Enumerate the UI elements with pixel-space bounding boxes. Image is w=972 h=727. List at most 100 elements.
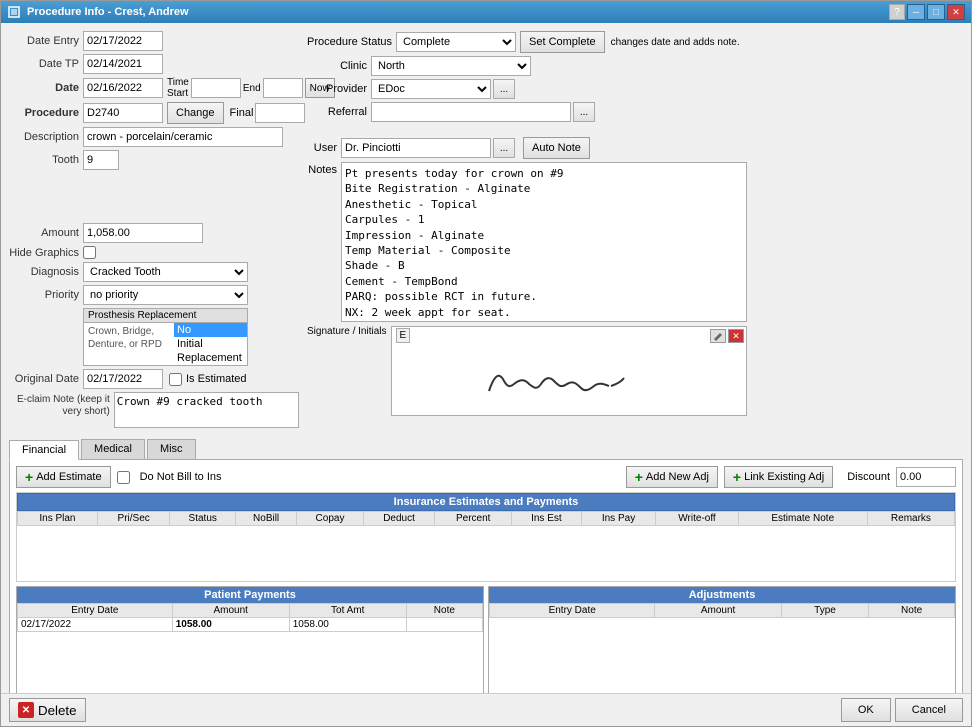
prosthesis-option-replacement[interactable]: Replacement: [174, 351, 247, 365]
prosthesis-title: Prosthesis Replacement: [84, 309, 247, 323]
ins-col-deduct: Deduct: [363, 512, 435, 526]
close-button[interactable]: ✕: [947, 4, 965, 20]
sig-delete-button[interactable]: ✕: [728, 329, 744, 343]
hide-graphics-row: Hide Graphics: [9, 246, 299, 259]
link-existing-adj-button[interactable]: + Link Existing Adj: [724, 466, 833, 488]
change-button[interactable]: Change: [167, 102, 224, 124]
signature-image: [396, 351, 743, 411]
end-input[interactable]: [263, 78, 303, 98]
insurance-section: Insurance Estimates and Payments Ins Pla…: [16, 492, 956, 582]
clinic-select[interactable]: North: [371, 56, 531, 76]
tooth-label: Tooth: [9, 154, 79, 166]
prosthesis-option-no[interactable]: No: [174, 323, 247, 337]
date-label: Date: [9, 82, 79, 94]
tab-misc[interactable]: Misc: [147, 439, 196, 459]
insurance-table: Ins Plan Pri/Sec Status NoBill Copay Ded…: [17, 511, 955, 526]
provider-ellipsis-button[interactable]: ...: [493, 79, 515, 99]
description-input[interactable]: [83, 127, 283, 147]
is-estimated-checkbox[interactable]: [169, 373, 182, 386]
priority-row: Priority no priority: [9, 285, 299, 305]
sig-edit-button[interactable]: [710, 329, 726, 343]
ins-col-status: Status: [170, 512, 235, 526]
delete-button[interactable]: ✕ Delete: [9, 698, 86, 722]
eclaim-note-label: E-claim Note (keep it very short): [9, 392, 110, 418]
original-date-input[interactable]: [83, 369, 163, 389]
adj-col-type: Type: [781, 604, 868, 618]
priority-select[interactable]: no priority: [83, 285, 248, 305]
referral-ellipsis-button[interactable]: ...: [573, 102, 595, 122]
cancel-button[interactable]: Cancel: [895, 698, 963, 722]
user-input[interactable]: [341, 138, 491, 158]
ins-col-estnote: Estimate Note: [738, 512, 867, 526]
pp-col-amount: Amount: [172, 604, 289, 618]
add-estimate-button[interactable]: + Add Estimate: [16, 466, 111, 488]
time-start-input[interactable]: [191, 78, 241, 98]
proc-status-select[interactable]: Complete: [396, 32, 516, 52]
tooth-input[interactable]: [83, 150, 119, 170]
pp-note: [406, 618, 482, 632]
adjustments-scroll[interactable]: Entry Date Amount Type Note: [489, 603, 955, 693]
priority-label: Priority: [9, 289, 79, 301]
pp-col-note: Note: [406, 604, 482, 618]
eclaim-note-row: E-claim Note (keep it very short) Crown …: [9, 392, 299, 428]
do-not-bill-checkbox[interactable]: [117, 471, 130, 484]
diagnosis-select[interactable]: Cracked Tooth: [83, 262, 248, 282]
user-ellipsis-button[interactable]: ...: [493, 138, 515, 158]
tab-medical[interactable]: Medical: [81, 439, 145, 459]
amount-input[interactable]: [83, 223, 203, 243]
footer-bar: ✕ Delete OK Cancel: [1, 693, 971, 726]
amount-label: Amount: [9, 227, 79, 239]
signature-row: Signature / Initials E ✕: [307, 326, 747, 416]
proc-status-label: Procedure Status: [307, 36, 392, 48]
set-complete-button[interactable]: Set Complete: [520, 31, 605, 53]
minimize-button[interactable]: ─: [907, 4, 925, 20]
patient-payments-scroll[interactable]: Entry Date Amount Tot Amt Note 02/17/202…: [17, 603, 483, 693]
adj-col-amount: Amount: [655, 604, 781, 618]
spacer2: [307, 125, 747, 137]
sig-initial: E: [396, 328, 411, 343]
help-button[interactable]: ?: [889, 4, 905, 20]
diagnosis-row: Diagnosis Cracked Tooth: [9, 262, 299, 282]
notes-textarea[interactable]: Pt presents today for crown on #9 Bite R…: [341, 162, 747, 322]
window-title: Procedure Info - Crest, Andrew: [27, 6, 883, 18]
tabs-section: Financial Medical Misc + Add Estimate Do…: [9, 439, 963, 693]
maximize-button[interactable]: □: [927, 4, 945, 20]
financial-toolbar: + Add Estimate Do Not Bill to Ins + Add …: [16, 466, 956, 488]
discount-input[interactable]: [896, 467, 956, 487]
insurance-table-title: Insurance Estimates and Payments: [17, 493, 955, 511]
adjustments-title: Adjustments: [489, 587, 955, 603]
add-new-adj-button[interactable]: + Add New Adj: [626, 466, 718, 488]
time-start-label: Time Start: [167, 77, 189, 99]
ok-button[interactable]: OK: [841, 698, 891, 722]
notes-row: Notes Pt presents today for crown on #9 …: [307, 162, 747, 322]
hide-graphics-checkbox[interactable]: [83, 246, 96, 259]
provider-select[interactable]: EDoc: [371, 79, 491, 99]
eclaim-note-input[interactable]: Crown #9 cracked tooth: [114, 392, 299, 428]
referral-input[interactable]: [371, 102, 571, 122]
final-input[interactable]: [255, 103, 305, 123]
tab-financial[interactable]: Financial: [9, 440, 79, 460]
adj-buttons: + Add New Adj + Link Existing Adj Discou…: [626, 466, 956, 488]
description-row: Description: [9, 127, 299, 147]
date-tp-input[interactable]: [83, 54, 163, 74]
auto-note-button[interactable]: Auto Note: [523, 137, 590, 159]
sig-toolbar: ✕: [710, 329, 744, 343]
prosthesis-option-initial[interactable]: Initial: [174, 337, 247, 351]
sig-initial-display: E: [396, 329, 411, 341]
date-entry-input[interactable]: [83, 31, 163, 51]
clinic-label: Clinic: [307, 60, 367, 72]
procedure-input[interactable]: [83, 103, 163, 123]
ins-col-copay: Copay: [297, 512, 363, 526]
adjustments-section: Adjustments Entry Date Amount Type Note: [488, 586, 956, 693]
date-input[interactable]: [83, 78, 163, 98]
user-label: User: [307, 142, 337, 154]
date-entry-row: Date Entry: [9, 31, 299, 51]
prosthesis-box: Prosthesis Replacement Crown, Bridge, De…: [83, 308, 248, 366]
pp-col-totamt: Tot Amt: [289, 604, 406, 618]
ins-col-writeoff: Write-off: [656, 512, 738, 526]
date-entry-label: Date Entry: [9, 35, 79, 47]
insurance-table-scroll[interactable]: Ins Plan Pri/Sec Status NoBill Copay Ded…: [17, 511, 955, 581]
patient-payments-section: Patient Payments Entry Date Amount Tot A…: [16, 586, 484, 693]
ins-col-inspay: Ins Pay: [581, 512, 656, 526]
link-existing-adj-label: Link Existing Adj: [744, 471, 824, 483]
